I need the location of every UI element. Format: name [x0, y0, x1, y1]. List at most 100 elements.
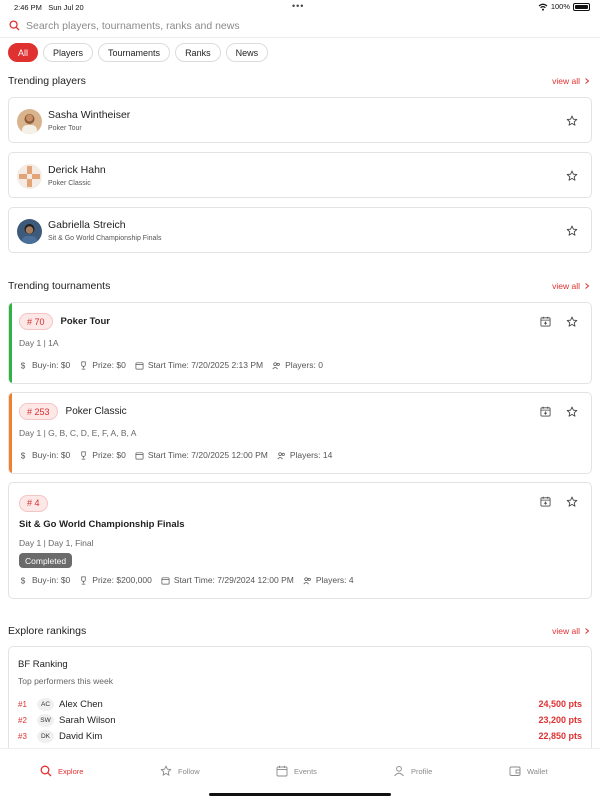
filter-chip-ranks[interactable]: Ranks [175, 43, 221, 62]
player-name: Derick Hahn [48, 164, 106, 176]
status-accent-bar [9, 303, 12, 383]
rankings-view-all-link[interactable]: view all [552, 626, 590, 636]
player-card[interactable]: Sasha Wintheiser Poker Tour [8, 97, 592, 143]
star-icon[interactable] [566, 225, 578, 237]
battery-percent: 100% [550, 2, 570, 11]
prize: Prize: $0 [79, 450, 126, 460]
view-all-label: view all [552, 626, 580, 636]
prize-label: Prize: $0 [92, 360, 126, 370]
search-icon [40, 765, 52, 777]
star-icon [160, 765, 172, 776]
ranking-title: BF Ranking [18, 659, 68, 670]
explore-rankings-header: Explore rankings view all [8, 625, 590, 637]
players-count: Players: 4 [303, 575, 354, 585]
player-subtitle: Poker Tour [48, 125, 82, 132]
filter-chip-players[interactable]: Players [43, 43, 94, 62]
tab-follow[interactable]: Follow [160, 765, 200, 777]
filter-chips: All Players Tournaments Ranks News [8, 43, 269, 62]
avatar [17, 219, 42, 244]
chevron-right-icon [585, 78, 590, 84]
start-time: Start Time: 7/29/2024 12:00 PM [161, 575, 294, 585]
player-card[interactable]: Derick Hahn Poker Classic [8, 152, 592, 198]
star-icon[interactable] [566, 115, 578, 127]
star-icon[interactable] [566, 406, 578, 418]
filter-chip-news[interactable]: News [225, 43, 269, 62]
calendar-icon [161, 576, 170, 584]
svg-text:$: $ [21, 451, 26, 459]
search-icon [9, 20, 20, 31]
tab-profile[interactable]: Profile [393, 765, 432, 777]
players-count: Players: 14 [277, 450, 332, 460]
ranking-row[interactable]: #3 DK David Kim 22,850 pts [18, 729, 582, 743]
tournament-name: Poker Classic [65, 406, 127, 417]
prize-label: Prize: $0 [92, 450, 126, 460]
status-time: 2:46 PM Sun Jul 20 [14, 3, 84, 12]
player-subtitle: Poker Classic [48, 180, 91, 187]
prize-label: Prize: $200,000 [92, 575, 152, 585]
avatar: DK [37, 729, 54, 743]
prize: Prize: $0 [79, 360, 126, 370]
rank-position: #2 [18, 715, 27, 725]
filter-chip-all[interactable]: All [8, 43, 39, 62]
start-time: Start Time: 7/20/2025 2:13 PM [135, 360, 263, 370]
tab-wallet[interactable]: Wallet [509, 765, 548, 777]
buy-in: $ Buy-in: $0 [19, 575, 70, 585]
tournament-name: Sit & Go World Championship Finals [19, 519, 185, 530]
trending-players-header: Trending players view all [8, 75, 590, 87]
chevron-right-icon [585, 628, 590, 634]
add-to-calendar-icon[interactable] [540, 316, 551, 327]
filter-chip-tournaments[interactable]: Tournaments [98, 43, 171, 62]
ranking-row[interactable]: #1 AC Alex Chen 24,500 pts [18, 697, 582, 711]
status-badge: Completed [19, 553, 73, 568]
star-icon[interactable] [566, 496, 578, 508]
tournament-meta: $ Buy-in: $0 Prize: $0 Start Time: 7/20/2… [19, 450, 341, 460]
search-bar [0, 14, 600, 38]
avatar [17, 164, 42, 189]
add-to-calendar-icon[interactable] [540, 406, 551, 417]
buy-in: $ Buy-in: $0 [19, 360, 70, 370]
wifi-icon [538, 3, 548, 11]
avatar: SW [37, 713, 54, 727]
users-icon [303, 576, 311, 584]
avatar [17, 109, 42, 134]
user-icon [394, 765, 404, 777]
star-icon[interactable] [566, 170, 578, 182]
status-bar: 2:46 PM Sun Jul 20 ••• 100% [0, 0, 600, 13]
scroll-content[interactable]: Trending players view all Sasha Wintheis… [0, 66, 600, 748]
tournament-day: Day 1 | G, B, C, D, E, F, A, B, A [19, 428, 137, 438]
tab-label: Events [294, 766, 317, 776]
ranked-player-name: Alex Chen [59, 698, 103, 710]
add-to-calendar-icon[interactable] [540, 496, 551, 507]
search-input[interactable] [26, 19, 546, 32]
svg-text:$: $ [21, 576, 26, 584]
tab-label: Profile [411, 766, 433, 776]
tournaments-view-all-link[interactable]: view all [552, 281, 590, 291]
start-time: Start Time: 7/20/2025 12:00 PM [135, 450, 268, 460]
rank-position: #1 [18, 699, 27, 709]
tournament-tag-row: # 4 [19, 493, 48, 512]
multitask-dots[interactable]: ••• [292, 1, 304, 11]
start-time-label: Start Time: 7/20/2025 2:13 PM [147, 360, 264, 370]
ranking-card[interactable]: BF Ranking Top performers this week #1 A… [8, 646, 592, 748]
tournament-card[interactable]: # 4 Sit & Go World Championship Finals D… [8, 482, 592, 599]
home-indicator[interactable] [209, 793, 391, 796]
player-card[interactable]: Gabriella Streich Sit & Go World Champio… [8, 207, 592, 253]
trending-tournaments-header: Trending tournaments view all [8, 280, 590, 292]
tournament-tag: # 70 [19, 313, 53, 330]
players-view-all-link[interactable]: view all [552, 76, 590, 86]
tournament-card[interactable]: # 70 Poker Tour Day 1 | 1A $ Buy-in: $0 P… [8, 302, 592, 384]
tournament-card[interactable]: # 253 Poker Classic Day 1 | G, B, C, D, … [8, 392, 592, 474]
dollar-icon: $ [21, 451, 26, 459]
users-icon [277, 451, 285, 459]
players-label: Players: 4 [315, 575, 354, 585]
tab-label: Follow [178, 766, 200, 776]
tournament-meta: $ Buy-in: $0 Prize: $200,000 Start Time: … [19, 575, 363, 585]
svg-text:$: $ [21, 361, 26, 369]
tab-events[interactable]: Events [276, 765, 317, 777]
tournament-meta: $ Buy-in: $0 Prize: $0 Start Time: 7/20/2… [19, 360, 332, 370]
star-icon[interactable] [566, 316, 578, 328]
calendar-icon [276, 765, 288, 777]
ranking-row[interactable]: #2 SW Sarah Wilson 23,200 pts [18, 713, 582, 727]
tab-explore[interactable]: Explore [40, 765, 83, 777]
trending-tournaments-title: Trending tournaments [8, 280, 111, 292]
